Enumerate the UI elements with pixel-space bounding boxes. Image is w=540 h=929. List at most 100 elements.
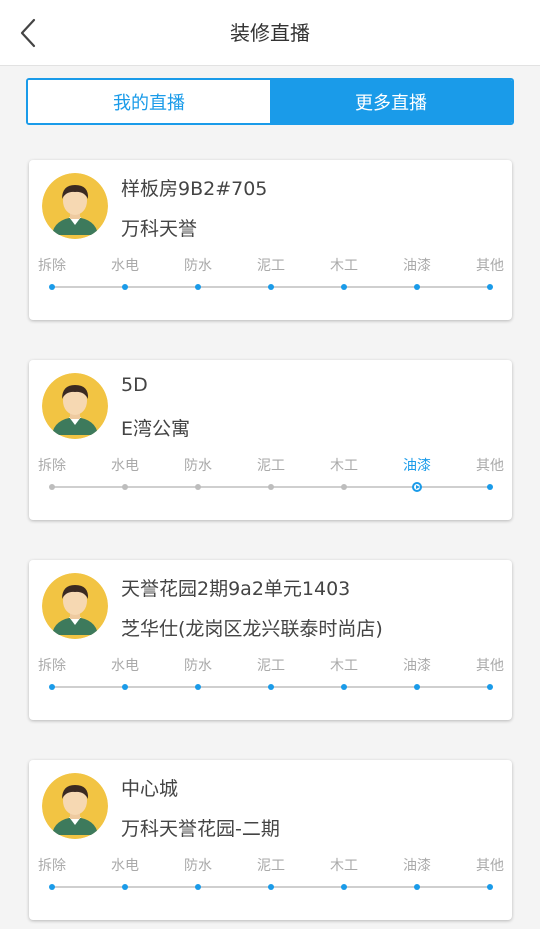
stage-label: 油漆 <box>403 858 431 874</box>
avatar <box>42 373 108 439</box>
stage-dot <box>341 684 347 690</box>
stage-progress: 拆除 水电 防水 泥工 木工 油漆 其他 <box>29 456 512 496</box>
stage-progress: 拆除 水电 防水 泥工 木工 油漆 其他 <box>29 656 512 696</box>
stage-item: 油漆 <box>387 856 447 896</box>
stage-label: 油漆 <box>403 458 431 474</box>
stage-dot <box>341 884 347 890</box>
stage-label: 油漆 <box>403 258 431 274</box>
stage-label: 其他 <box>476 658 504 674</box>
stage-label: 拆除 <box>38 658 66 674</box>
stage-dot <box>487 884 493 890</box>
project-subtitle: 芝华仕(龙岗区龙兴联泰时尚店) <box>121 618 383 640</box>
stage-item: 拆除 <box>22 256 82 296</box>
live-card[interactable]: 中心城万科天誉花园-二期拆除 水电 防水 泥工 木工 油漆 其他 <box>29 760 512 920</box>
tab-more-live[interactable]: 更多直播 <box>270 80 512 123</box>
stage-dot <box>268 684 274 690</box>
stage-item: 泥工 <box>241 256 301 296</box>
project-title: 5D <box>121 374 148 396</box>
stage-label: 防水 <box>184 658 212 674</box>
stage-label: 泥工 <box>257 858 285 874</box>
project-subtitle: E湾公寓 <box>121 418 191 440</box>
stage-dot <box>414 284 420 290</box>
tab-my-live[interactable]: 我的直播 <box>28 80 270 123</box>
stage-label: 水电 <box>111 458 139 474</box>
stage-item: 油漆 <box>387 256 447 296</box>
stage-item: 防水 <box>168 456 228 496</box>
stage-item: 木工 <box>314 656 374 696</box>
stage-dot <box>195 284 201 290</box>
stage-dot <box>49 884 55 890</box>
stage-label: 防水 <box>184 858 212 874</box>
project-title: 天誉花园2期9a2单元1403 <box>121 578 351 600</box>
stage-item: 水电 <box>95 656 155 696</box>
stage-progress: 拆除 水电 防水 泥工 木工 油漆 其他 <box>29 856 512 896</box>
stage-item: 泥工 <box>241 656 301 696</box>
stage-item: 油漆 <box>387 656 447 696</box>
page-title: 装修直播 <box>230 21 310 45</box>
stage-label: 拆除 <box>38 458 66 474</box>
stage-dot <box>268 284 274 290</box>
stage-dot <box>122 684 128 690</box>
stage-dot <box>195 884 201 890</box>
stage-dot <box>49 484 55 490</box>
stage-dot <box>49 684 55 690</box>
project-subtitle: 万科天誉花园-二期 <box>121 818 280 840</box>
stage-label: 木工 <box>330 658 358 674</box>
stage-label: 拆除 <box>38 258 66 274</box>
stage-label: 水电 <box>111 658 139 674</box>
stage-item: 泥工 <box>241 456 301 496</box>
stage-dot <box>487 284 493 290</box>
live-card[interactable]: 样板房9B2#705 万科天誉拆除 水电 防水 泥工 木工 油漆 其他 <box>29 160 512 320</box>
live-card[interactable]: 5D E湾公寓拆除 水电 防水 泥工 木工 油漆 其他 <box>29 360 512 520</box>
stage-item: 拆除 <box>22 656 82 696</box>
stage-dot <box>414 884 420 890</box>
project-title: 样板房9B2#705 <box>121 178 268 200</box>
stage-item: 泥工 <box>241 856 301 896</box>
project-subtitle: 万科天誉 <box>121 218 198 240</box>
back-button[interactable] <box>10 14 46 52</box>
stage-progress: 拆除 水电 防水 泥工 木工 油漆 其他 <box>29 256 512 296</box>
stage-item: 水电 <box>95 256 155 296</box>
stage-item: 拆除 <box>22 856 82 896</box>
stage-item: 水电 <box>95 456 155 496</box>
stage-item: 油漆 <box>387 456 447 496</box>
stage-item: 其他 <box>460 456 520 496</box>
project-title: 中心城 <box>121 778 179 800</box>
stage-label: 泥工 <box>257 658 285 674</box>
stage-label: 水电 <box>111 858 139 874</box>
live-card[interactable]: 天誉花园2期9a2单元1403 芝华仕(龙岗区龙兴联泰时尚店) 拆除 水电 防水 泥工 木工… <box>29 560 512 720</box>
stage-item: 木工 <box>314 456 374 496</box>
stage-item: 防水 <box>168 856 228 896</box>
chevron-left-icon <box>20 18 36 48</box>
stage-item: 其他 <box>460 256 520 296</box>
stage-label: 泥工 <box>257 458 285 474</box>
stage-dot <box>122 284 128 290</box>
stage-item: 其他 <box>460 656 520 696</box>
stage-label: 泥工 <box>257 258 285 274</box>
stage-dot <box>268 884 274 890</box>
stage-label: 拆除 <box>38 858 66 874</box>
stage-label: 木工 <box>330 258 358 274</box>
stage-label: 其他 <box>476 458 504 474</box>
current-stage-play-icon <box>412 482 422 492</box>
stage-dot <box>487 684 493 690</box>
stage-dot <box>487 484 493 490</box>
stage-item: 木工 <box>314 856 374 896</box>
stage-item: 水电 <box>95 856 155 896</box>
stage-dot <box>341 484 347 490</box>
stage-item: 防水 <box>168 256 228 296</box>
stage-label: 木工 <box>330 858 358 874</box>
tab-bar: 我的直播 更多直播 <box>26 78 514 125</box>
stage-dot <box>122 484 128 490</box>
stage-label: 水电 <box>111 258 139 274</box>
stage-dot <box>195 484 201 490</box>
stage-dot <box>341 284 347 290</box>
stage-label: 其他 <box>476 258 504 274</box>
stage-item: 防水 <box>168 656 228 696</box>
stage-item: 木工 <box>314 256 374 296</box>
stage-label: 木工 <box>330 458 358 474</box>
stage-item: 拆除 <box>22 456 82 496</box>
stage-dot <box>268 484 274 490</box>
stage-label: 油漆 <box>403 658 431 674</box>
stage-label: 其他 <box>476 858 504 874</box>
